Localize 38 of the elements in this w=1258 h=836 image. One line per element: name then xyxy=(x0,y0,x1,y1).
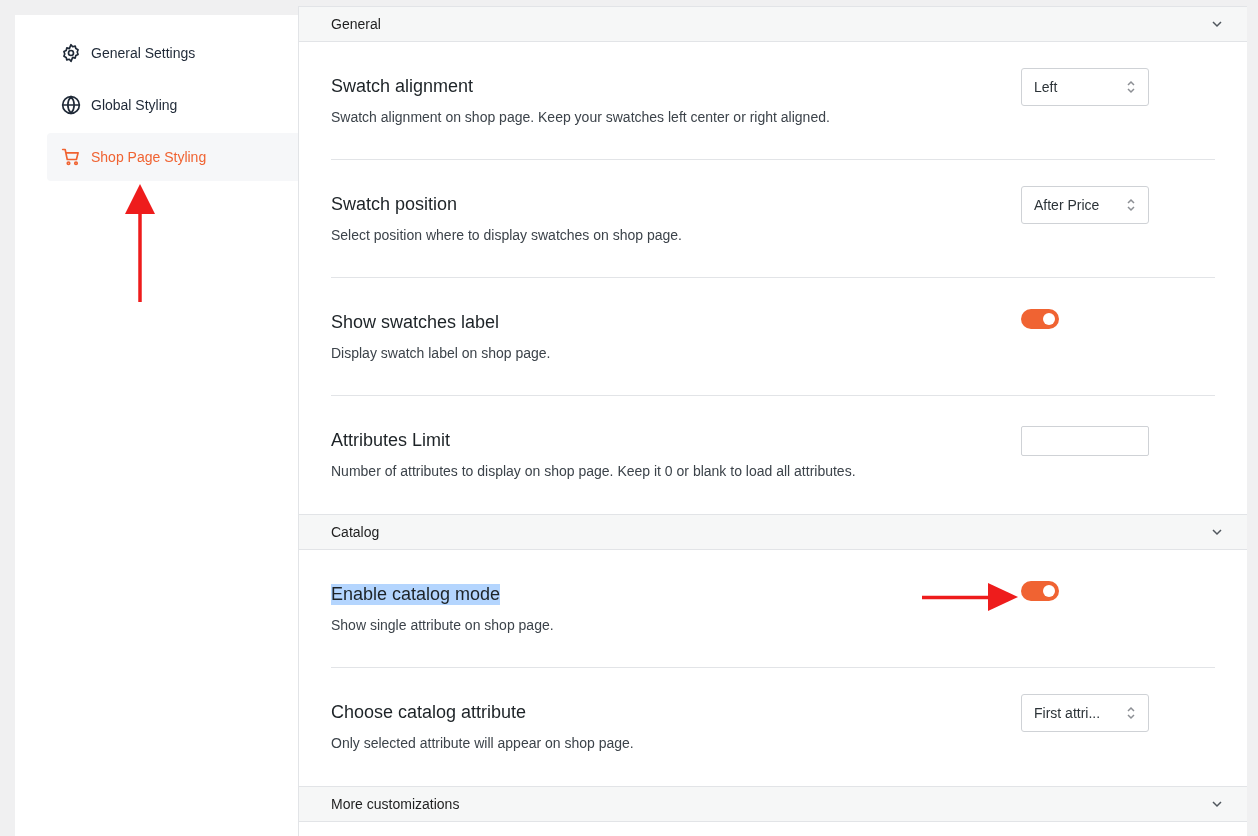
sidebar-item-label: Shop Page Styling xyxy=(91,149,207,165)
select-field[interactable]: Left xyxy=(1021,68,1149,106)
updown-chevron-icon xyxy=(1126,706,1136,720)
section-header[interactable]: General xyxy=(299,6,1247,42)
sidebar-item[interactable]: Global Styling xyxy=(47,81,298,129)
chevron-icon xyxy=(1211,798,1223,810)
cart-icon xyxy=(61,147,81,167)
select-field[interactable]: After Price xyxy=(1021,186,1149,224)
setting-title: Enable catalog mode xyxy=(331,584,501,605)
setting-title: Show swatches label xyxy=(331,312,500,333)
section-header[interactable]: Catalog xyxy=(299,514,1247,550)
setting-title: Choose catalog attribute xyxy=(331,702,527,723)
setting-description: Swatch alignment on shop page. Keep your swatches left center or right aligned. xyxy=(331,109,830,125)
globe-icon xyxy=(61,95,81,115)
section-title: More customizations xyxy=(331,796,460,812)
setting-title: Swatch alignment xyxy=(331,76,474,97)
setting-description: Number of attributes to display on shop page. Keep it 0 or blank to load all attributes. xyxy=(331,463,856,479)
sidebar-item-label: General Settings xyxy=(91,45,196,61)
chevron-icon xyxy=(1211,18,1223,30)
settings-icon xyxy=(61,43,81,63)
chevron-icon xyxy=(1211,526,1223,538)
section-header[interactable]: More customizations xyxy=(299,786,1247,822)
toggle-switch[interactable] xyxy=(1021,581,1059,601)
setting-description: Only selected attribute will appear on shop page. xyxy=(331,735,634,751)
setting-description: Show single attribute on shop page. xyxy=(331,617,554,633)
input-field[interactable] xyxy=(1021,426,1149,456)
setting-description: Select position where to display swatches on shop page. xyxy=(331,227,682,243)
select-field[interactable]: First attri... xyxy=(1021,694,1149,732)
updown-chevron-icon xyxy=(1126,80,1136,94)
section-title: General xyxy=(331,16,381,32)
sidebar-item-label: Global Styling xyxy=(91,97,178,113)
setting-title: Swatch position xyxy=(331,194,458,215)
sidebar-item[interactable]: General Settings xyxy=(47,29,298,77)
updown-chevron-icon xyxy=(1126,198,1136,212)
toggle-switch[interactable] xyxy=(1021,309,1059,329)
setting-description: Display swatch label on shop page. xyxy=(331,345,551,361)
setting-title: Attributes Limit xyxy=(331,430,451,451)
section-title: Catalog xyxy=(331,524,380,540)
